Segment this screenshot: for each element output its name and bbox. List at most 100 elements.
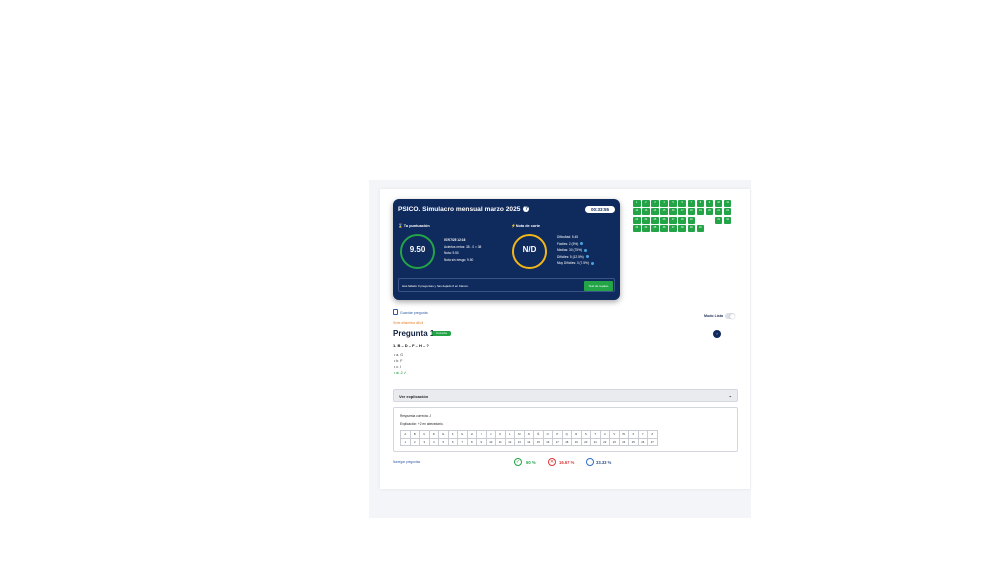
modo-lista-toggle[interactable] (725, 313, 735, 319)
modo-lista-label: Modo Lista (704, 314, 723, 318)
info-icon[interactable] (583, 248, 587, 252)
number-cell: 2 (409, 437, 420, 446)
question-grid-cell[interactable]: 1 (633, 200, 641, 207)
info-icon[interactable] (580, 242, 584, 246)
question-grid-cell[interactable]: 22 (723, 208, 732, 216)
question-category: Serie alfabética difícil (393, 321, 424, 325)
question-grid-cell[interactable]: 24 (642, 216, 650, 224)
option-c: • c. I (394, 365, 402, 369)
question-grid-cell[interactable]: 16 (669, 208, 677, 216)
question-grid-cell[interactable]: 33 (633, 225, 641, 232)
question-grid-cell[interactable]: 5 (669, 200, 677, 207)
question-grid-cell[interactable]: 7 (687, 200, 696, 207)
status-badge: Correcta (432, 331, 451, 336)
next-question-button[interactable]: › (713, 330, 721, 338)
question-grid-cell[interactable]: 36 (660, 225, 668, 232)
option-d: • d. J ✓ (394, 371, 407, 375)
question-grid-cell[interactable]: 39 (687, 225, 696, 232)
exam-date: 07/07/25 12:16 (444, 238, 466, 242)
number-cell: 20 (580, 437, 591, 446)
question-grid-cell[interactable]: 8 (696, 200, 705, 207)
question-grid-cell[interactable]: 3 (651, 200, 659, 207)
question-grid-cell[interactable]: 10 (714, 200, 723, 207)
question-grid-cell[interactable]: 28 (678, 216, 686, 224)
option-b: • b. F (394, 359, 403, 363)
score-ring: 9.50 (400, 234, 435, 269)
dificiles-text: Difíciles: 5 (12.5%) (557, 254, 584, 259)
question-grid-cell[interactable]: 20 (705, 208, 714, 216)
wrong-icon: ✕ (548, 458, 556, 466)
letter-cell: D (428, 430, 439, 439)
letter-cell: G (457, 430, 468, 439)
question-grid-cell[interactable]: 25 (651, 216, 659, 224)
question-grid-cell[interactable]: 9 (705, 200, 714, 207)
save-icon[interactable] (393, 309, 398, 315)
letter-cell: V (609, 430, 620, 439)
letter-cell: X (628, 430, 639, 439)
letter-cell: R (571, 430, 582, 439)
question-grid-cell[interactable]: 14 (651, 208, 659, 216)
letter-cell: M (514, 430, 525, 439)
option-b-text: b. F (396, 359, 403, 363)
question-grid: 1 2 3 4 5 6 7 8 9 10 11 12 13 14 15 16 17 18 19 20 21 22 23 24 2… (633, 200, 735, 232)
number-cell: 8 (466, 437, 477, 446)
question-grid-cell[interactable]: 35 (651, 225, 659, 232)
question-grid-cell[interactable]: 27 (669, 216, 677, 224)
number-cell: 23 (609, 437, 620, 446)
option-d-text: d. J (396, 371, 403, 375)
alphabet-table: ABCDEFGHIJKLMNÑOPQRSTUVWXYZ 1 2 3 4 5 6 7 8 9 10 1… (400, 430, 658, 446)
number-cell: 14 (523, 437, 534, 446)
difficulty-medias: Medias: 30 (75%) (557, 247, 594, 254)
question-grid-cell[interactable]: 12 (633, 208, 641, 216)
question-grid-cell[interactable]: 19 (696, 208, 705, 216)
question-grid-cell[interactable]: 13 (642, 208, 650, 216)
number-cell: 21 (590, 437, 601, 446)
navigate-questions-link[interactable]: Navegar preguntas (393, 460, 420, 464)
number-cell: 10 (485, 437, 496, 446)
question-grid-cell[interactable]: 6 (678, 200, 686, 207)
question-grid-cell[interactable]: 21 (714, 208, 723, 216)
question-grid-cell[interactable]: 29 (687, 216, 696, 224)
question-grid-cell[interactable]: 37 (669, 225, 677, 232)
save-question-link[interactable]: Guardar pregunta (400, 311, 428, 315)
question-grid-cell[interactable]: 34 (642, 225, 650, 232)
letter-cell: J (485, 430, 496, 439)
question-grid-cell[interactable]: 40 (696, 225, 705, 232)
question-grid-cell[interactable]: 31 (714, 216, 723, 224)
explanation-line: Explicación: +2 en abecedario. (400, 422, 444, 426)
question-grid-cell[interactable]: 23 (633, 216, 641, 224)
question-grid-cell[interactable]: 17 (678, 208, 686, 216)
check-icon: ✓ (403, 371, 407, 375)
letter-cell: Z (647, 430, 658, 439)
repaso-button[interactable]: Test de repaso (584, 281, 613, 291)
help-icon[interactable]: ? (523, 206, 530, 213)
question-grid-cell[interactable]: 26 (660, 216, 668, 224)
explanation-box: Respuesta correcta: J Explicación: +2 en… (393, 407, 738, 452)
results-summary-panel: PSICO. Simulacro mensual marzo 2025? 00:… (393, 199, 620, 300)
question-grid-cell[interactable]: 18 (687, 208, 696, 216)
question-grid-cell[interactable]: 32 (723, 216, 732, 224)
number-cell: 9 (476, 437, 487, 446)
score-section-label: ⌛ Tu puntuación (398, 223, 430, 228)
question-grid-cell[interactable]: 2 (642, 200, 650, 207)
correct-percent: 50 % (526, 460, 536, 465)
question-grid-cell[interactable]: 38 (678, 225, 686, 232)
question-grid-cell[interactable]: 4 (660, 200, 668, 207)
info-icon[interactable] (590, 262, 594, 266)
option-a: • a. G (394, 353, 404, 357)
difficulty-stats: Dificultad: 5.45 Fáciles: 2 (5%) Medias:… (557, 234, 594, 267)
question-grid-cell: ... (699, 217, 702, 221)
question-grid-cell[interactable]: 11 (723, 200, 732, 207)
letter-cell: A (400, 430, 411, 439)
info-icon[interactable] (585, 255, 589, 259)
letter-cell: T (590, 430, 601, 439)
question-grid-cell[interactable]: 15 (660, 208, 668, 216)
exam-title: PSICO. Simulacro mensual marzo 2025? (398, 206, 530, 213)
nota-sin-riesgo: Nota sin riesgo: 9.50 (444, 257, 474, 262)
exam-title-text: PSICO. Simulacro mensual marzo 2025 (398, 206, 521, 213)
result-message-bar: Has fallado 0 preguntas y has dejado 0 e… (398, 278, 615, 292)
explanation-toggle[interactable]: Ver explicación ⌄ (393, 389, 738, 402)
correct-answer-line: Respuesta correcta: J (400, 414, 432, 418)
number-cell: 7 (457, 437, 468, 446)
letter-cell: L (504, 430, 515, 439)
